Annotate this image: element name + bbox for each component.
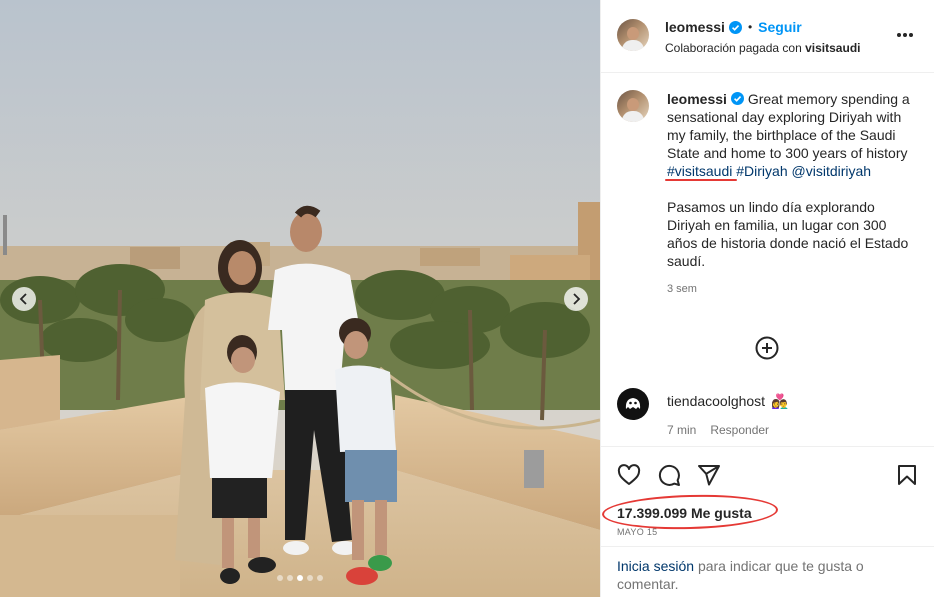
post-photo[interactable] — [0, 0, 600, 597]
hashtag-visitsaudi[interactable]: #visitsaudi — [667, 163, 732, 179]
login-hint: Inicia sesión para indicar que te gusta … — [601, 546, 934, 593]
verified-badge-icon — [730, 92, 744, 105]
carousel-indicator — [0, 575, 600, 581]
comment-bubble-icon[interactable] — [657, 463, 681, 487]
login-link[interactable]: Inicia sesión — [617, 558, 694, 574]
comment-time: 7 min — [667, 423, 697, 437]
likes-count[interactable]: 17.399.099 Me gusta — [601, 492, 779, 532]
chevron-left-icon — [19, 293, 27, 305]
caption-text-es: Pasamos un lindo día explorando Diriyah … — [667, 199, 909, 269]
annotation-circle — [601, 492, 779, 532]
save-bookmark-icon[interactable] — [895, 463, 919, 487]
paid-partnership-label: Colaboración pagada con visitsaudi — [665, 41, 860, 55]
follow-button[interactable]: Seguir — [758, 19, 802, 35]
caption-author-avatar[interactable] — [617, 90, 649, 122]
separator-bullet: • — [747, 20, 753, 34]
carousel-dot — [307, 575, 313, 581]
caption-english: leomessi Great memory spending a sensati… — [667, 90, 917, 162]
hashtag-diriyah[interactable]: #Diriyah — [736, 163, 787, 179]
ghost-logo-icon — [625, 398, 641, 409]
post-actions: 17.399.099 Me gusta MAYO 15 — [601, 446, 934, 537]
comment-emoji: 👩‍❤️‍👨 — [771, 393, 789, 409]
more-options-icon[interactable] — [897, 33, 915, 39]
carousel-next-button[interactable] — [564, 287, 588, 311]
post-header: leomessi • Seguir Colaboración pagada co… — [601, 0, 934, 73]
author-username[interactable]: leomessi — [665, 19, 725, 35]
reply-button[interactable]: Responder — [710, 423, 769, 437]
author-avatar[interactable] — [617, 19, 649, 51]
carousel-dot — [277, 575, 283, 581]
commenter-username[interactable]: tiendacoolghost — [667, 393, 765, 409]
carousel-dot — [317, 575, 323, 581]
caption-username[interactable]: leomessi — [667, 91, 727, 107]
carousel-prev-button[interactable] — [12, 287, 36, 311]
post-side-panel: leomessi • Seguir Colaboración pagada co… — [600, 0, 934, 597]
caption-hashtags: #visitsaudi #Diriyah @visitdiriyah — [665, 162, 917, 181]
verified-badge-icon — [728, 20, 742, 34]
chevron-right-icon — [573, 293, 581, 305]
caption-time: 3 sem — [667, 283, 697, 295]
like-heart-icon[interactable] — [617, 463, 641, 487]
post-caption: leomessi Great memory spending a sensati… — [617, 90, 922, 298]
carousel-dot — [297, 575, 303, 581]
paid-prefix: Colaboración pagada con — [665, 41, 802, 55]
comment-item: tiendacoolghost 👩‍❤️‍👨 7 min Responder — [617, 388, 922, 437]
annotation-underline — [665, 179, 737, 181]
load-more-comments-icon[interactable] — [755, 336, 779, 360]
share-paper-plane-icon[interactable] — [697, 463, 721, 487]
photo-illustration — [0, 0, 600, 597]
commenter-avatar[interactable] — [617, 388, 649, 420]
carousel-dot — [287, 575, 293, 581]
mention-visitdiriyah[interactable]: @visitdiriyah — [792, 163, 872, 179]
paid-partner-link[interactable]: visitsaudi — [805, 41, 860, 55]
